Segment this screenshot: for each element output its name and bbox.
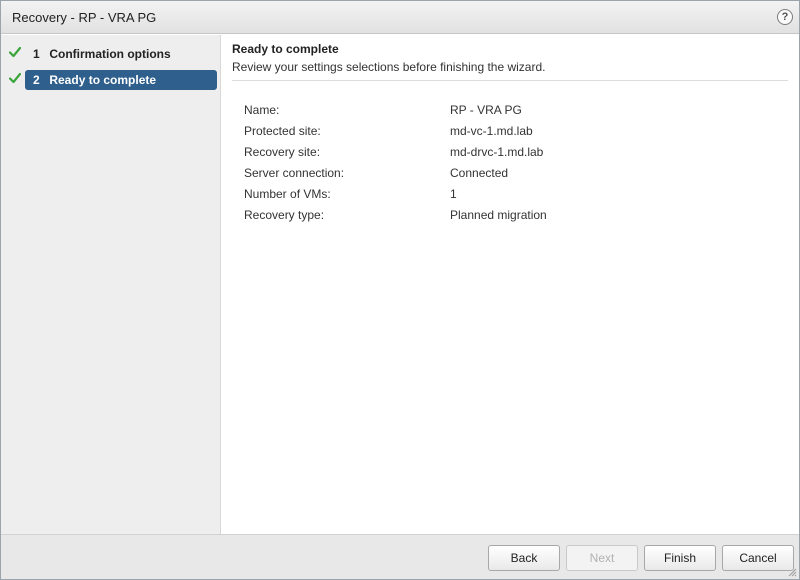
step-label: Confirmation options xyxy=(49,47,171,61)
summary-key: Name: xyxy=(244,103,280,117)
summary-key: Recovery type: xyxy=(244,208,325,222)
help-icon[interactable]: ? xyxy=(777,9,793,25)
summary-key: Number of VMs: xyxy=(244,187,331,201)
resize-grip-icon[interactable] xyxy=(788,568,797,577)
summary-value: Planned migration xyxy=(450,208,547,222)
step-label: Ready to complete xyxy=(49,73,157,87)
step-number: 1 xyxy=(33,47,40,61)
recovery-wizard-dialog: Recovery - RP - VRA PG ? 1 Confirmation … xyxy=(0,0,800,580)
wizard-step-ready-to-complete[interactable]: 2 Ready to complete xyxy=(1,70,221,90)
summary-row-server-connection: Server connection: Connected xyxy=(244,166,764,187)
next-button[interactable]: Next xyxy=(566,545,638,571)
wizard-steps-sidebar: 1 Confirmation options 2 Ready to comple… xyxy=(1,35,221,534)
step-number: 2 xyxy=(33,73,40,87)
back-button[interactable]: Back xyxy=(488,545,560,571)
check-icon xyxy=(9,46,21,58)
wizard-content-pane: Ready to complete Review your settings s… xyxy=(222,35,799,534)
summary-key: Server connection: xyxy=(244,166,345,180)
summary-value: md-vc-1.md.lab xyxy=(450,124,533,138)
summary-row-protected-site: Protected site: md-vc-1.md.lab xyxy=(244,124,764,145)
summary-value: RP - VRA PG xyxy=(450,103,522,117)
title-bar: Recovery - RP - VRA PG ? xyxy=(1,1,799,34)
summary-row-number-of-vms: Number of VMs: 1 xyxy=(244,187,764,208)
wizard-step-confirmation-options[interactable]: 1 Confirmation options xyxy=(1,44,221,64)
summary-value: Connected xyxy=(450,166,509,180)
summary-key: Protected site: xyxy=(244,124,321,138)
summary-key: Recovery site: xyxy=(244,145,321,159)
summary-value: 1 xyxy=(450,187,457,201)
window-title: Recovery - RP - VRA PG xyxy=(12,10,157,25)
wizard-step-box[interactable]: 1 Confirmation options xyxy=(25,44,217,64)
page-title: Ready to complete xyxy=(232,42,339,56)
wizard-footer: Back Next Finish Cancel xyxy=(1,534,799,579)
wizard-step-box[interactable]: 2 Ready to complete xyxy=(25,70,217,90)
summary-value: md-drvc-1.md.lab xyxy=(450,145,544,159)
page-description: Review your settings selections before f… xyxy=(232,60,546,74)
finish-button[interactable]: Finish xyxy=(644,545,716,571)
summary-row-recovery-site: Recovery site: md-drvc-1.md.lab xyxy=(244,145,764,166)
check-icon xyxy=(9,72,21,84)
settings-summary: Name: RP - VRA PG Protected site: md-vc-… xyxy=(244,103,764,229)
cancel-button[interactable]: Cancel xyxy=(722,545,794,571)
summary-row-name: Name: RP - VRA PG xyxy=(244,103,764,124)
summary-row-recovery-type: Recovery type: Planned migration xyxy=(244,208,764,229)
header-divider xyxy=(232,80,788,81)
